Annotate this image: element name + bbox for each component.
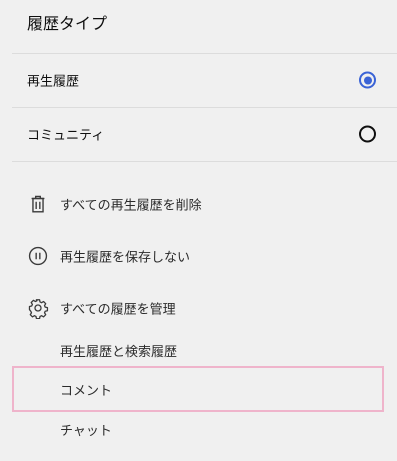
action-label: すべての再生履歴を削除: [60, 198, 202, 214]
action-label: すべての履歴を管理: [60, 302, 176, 318]
history-type-label: 再生履歴: [27, 74, 80, 90]
manage-all-history-button[interactable]: すべての履歴を管理: [0, 288, 397, 328]
pause-circle-icon: [27, 245, 49, 267]
divider: [12, 161, 397, 162]
gear-icon: [27, 297, 49, 319]
history-type-option-watch[interactable]: 再生履歴: [0, 54, 397, 106]
pause-watch-history-button[interactable]: 再生履歴を保存しない: [0, 236, 397, 276]
history-type-option-community[interactable]: コミュニティ: [0, 108, 397, 160]
manage-link-chat[interactable]: チャット: [60, 420, 112, 439]
radio-button-checked[interactable]: [359, 71, 376, 89]
history-settings-panel: 履歴タイプ 再生履歴 コミュニティ すべての再生履歴を削除 再生履歴を保存しない…: [0, 0, 397, 461]
radio-button-unchecked[interactable]: [359, 125, 376, 143]
section-title: 履歴タイプ: [27, 14, 108, 33]
manage-link-watch-search-history[interactable]: 再生履歴と検索履歴: [60, 341, 177, 360]
trash-icon: [27, 193, 49, 215]
manage-link-comments[interactable]: コメント: [60, 380, 112, 399]
clear-all-watch-history-button[interactable]: すべての再生履歴を削除: [0, 184, 397, 224]
action-label: 再生履歴を保存しない: [60, 250, 191, 266]
history-type-label: コミュニティ: [27, 128, 105, 144]
